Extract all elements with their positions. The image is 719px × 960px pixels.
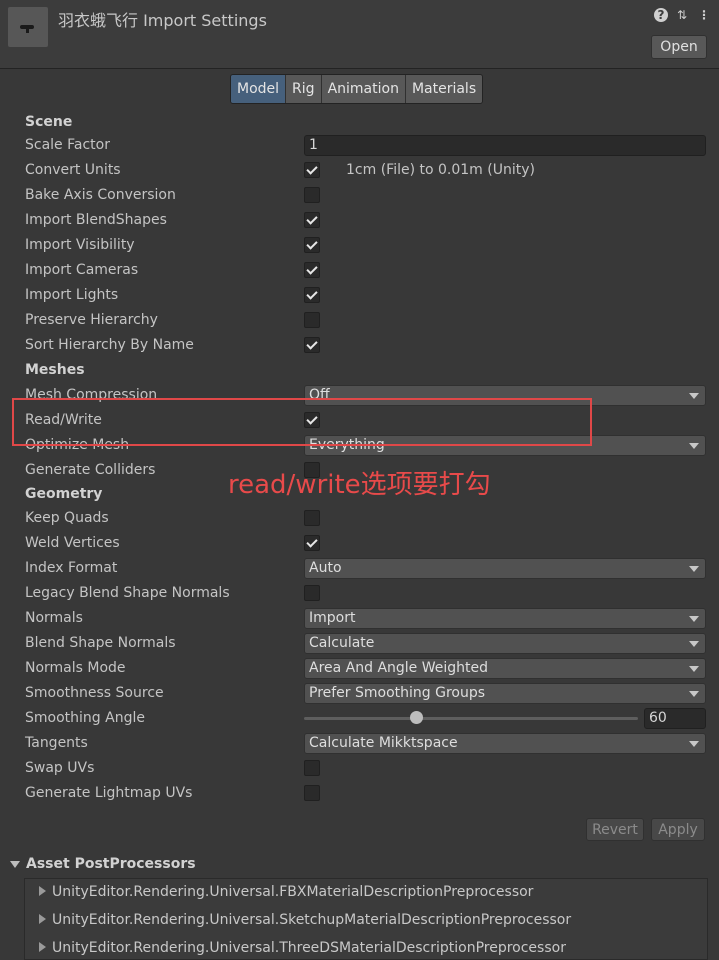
chevron-down-icon <box>689 741 699 747</box>
postprocessor-item[interactable]: UnityEditor.Rendering.Universal.ThreeDSM… <box>39 940 566 956</box>
normals-mode-label: Normals Mode <box>25 660 126 676</box>
model-thumbnail <box>8 7 48 47</box>
tab-rig[interactable]: Rig <box>286 75 322 103</box>
asset-postprocessors-foldout[interactable]: Asset PostProcessors <box>10 856 196 872</box>
convert-units-text: 1cm (File) to 0.01m (Unity) <box>346 162 535 178</box>
chevron-down-icon <box>689 566 699 572</box>
postprocessor-list: UnityEditor.Rendering.Universal.FBXMater… <box>24 878 708 960</box>
import-cameras-label: Import Cameras <box>25 262 139 278</box>
weld-vertices-checkbox[interactable] <box>304 535 320 551</box>
import-cameras-checkbox[interactable] <box>304 262 320 278</box>
index-format-dropdown[interactable]: Auto <box>304 558 706 579</box>
preset-sliders-icon[interactable]: ⇅ <box>675 8 689 22</box>
generate-lightmap-checkbox[interactable] <box>304 785 320 801</box>
foldout-expanded-icon <box>10 860 20 868</box>
chevron-down-icon <box>689 691 699 697</box>
import-blendshapes-checkbox[interactable] <box>304 212 320 228</box>
foldout-collapsed-icon <box>39 942 46 952</box>
help-icon[interactable]: ? <box>654 8 668 22</box>
tangents-dropdown[interactable]: Calculate Mikktspace <box>304 733 706 754</box>
inspector-title: 羽衣蛾飞行 Import Settings <box>58 11 267 30</box>
blend-shape-normals-dropdown[interactable]: Calculate <box>304 633 706 654</box>
index-format-label: Index Format <box>25 560 118 576</box>
tab-materials[interactable]: Materials <box>405 75 483 103</box>
smoothing-angle-slider-track[interactable] <box>304 717 638 720</box>
tangents-value: Calculate Mikktspace <box>309 735 458 751</box>
chevron-down-icon <box>689 641 699 647</box>
weld-vertices-label: Weld Vertices <box>25 535 120 551</box>
read-write-highlight-box <box>12 398 592 446</box>
postprocessor-item-label: UnityEditor.Rendering.Universal.ThreeDSM… <box>52 940 566 956</box>
scale-factor-label: Scale Factor <box>25 137 110 153</box>
postprocessor-item[interactable]: UnityEditor.Rendering.Universal.Sketchup… <box>39 912 571 928</box>
smoothness-source-label: Smoothness Source <box>25 685 164 701</box>
swap-uvs-checkbox[interactable] <box>304 760 320 776</box>
chevron-down-icon <box>689 666 699 672</box>
open-button[interactable]: Open <box>651 35 707 59</box>
more-options-icon[interactable]: ⋮ <box>697 8 711 22</box>
postprocessor-item-label: UnityEditor.Rendering.Universal.FBXMater… <box>52 884 534 900</box>
scene-heading: Scene <box>25 114 73 130</box>
annotation-text: read/write选项要打勾 <box>228 470 491 500</box>
import-lights-label: Import Lights <box>25 287 119 303</box>
smoothing-angle-label: Smoothing Angle <box>25 710 145 726</box>
blend-shape-normals-label: Blend Shape Normals <box>25 635 176 651</box>
import-lights-checkbox[interactable] <box>304 287 320 303</box>
smoothness-source-dropdown[interactable]: Prefer Smoothing Groups <box>304 683 706 704</box>
normals-label: Normals <box>25 610 83 626</box>
asset-postprocessors-heading: Asset PostProcessors <box>26 856 196 872</box>
keep-quads-label: Keep Quads <box>25 510 109 526</box>
blend-shape-normals-value: Calculate <box>309 635 375 651</box>
tab-animation[interactable]: Animation <box>321 75 406 103</box>
preserve-hierarchy-label: Preserve Hierarchy <box>25 312 158 328</box>
sort-hierarchy-label: Sort Hierarchy By Name <box>25 337 194 353</box>
import-blendshapes-label: Import BlendShapes <box>25 212 167 228</box>
normals-mode-value: Area And Angle Weighted <box>309 660 489 676</box>
generate-colliders-label: Generate Colliders <box>25 462 156 478</box>
apply-button[interactable]: Apply <box>651 818 705 841</box>
smoothing-angle-field[interactable]: 60 <box>644 708 706 729</box>
scale-factor-field[interactable]: 1 <box>304 135 706 156</box>
sort-hierarchy-checkbox[interactable] <box>304 337 320 353</box>
importer-tabs: Model Rig Animation Materials <box>230 74 484 104</box>
foldout-collapsed-icon <box>39 914 46 924</box>
legacy-blend-checkbox[interactable] <box>304 585 320 601</box>
foldout-collapsed-icon <box>39 886 46 896</box>
smoothness-source-value: Prefer Smoothing Groups <box>309 685 486 701</box>
preserve-hierarchy-checkbox[interactable] <box>304 312 320 328</box>
tangents-label: Tangents <box>25 735 88 751</box>
postprocessor-item[interactable]: UnityEditor.Rendering.Universal.FBXMater… <box>39 884 533 900</box>
normals-value: Import <box>309 610 356 626</box>
bake-axis-label: Bake Axis Conversion <box>25 187 176 203</box>
geometry-heading: Geometry <box>25 486 103 502</box>
chevron-down-icon <box>689 393 699 399</box>
meshes-heading: Meshes <box>25 362 85 378</box>
legacy-blend-label: Legacy Blend Shape Normals <box>25 585 230 601</box>
chevron-down-icon <box>689 616 699 622</box>
keep-quads-checkbox[interactable] <box>304 510 320 526</box>
index-format-value: Auto <box>309 560 342 576</box>
import-visibility-checkbox[interactable] <box>304 237 320 253</box>
tab-model[interactable]: Model <box>231 75 287 103</box>
normals-mode-dropdown[interactable]: Area And Angle Weighted <box>304 658 706 679</box>
revert-button[interactable]: Revert <box>586 818 644 841</box>
swap-uvs-label: Swap UVs <box>25 760 95 776</box>
convert-units-checkbox[interactable] <box>304 162 320 178</box>
convert-units-label: Convert Units <box>25 162 121 178</box>
import-visibility-label: Import Visibility <box>25 237 135 253</box>
smoothing-angle-slider-handle[interactable] <box>410 711 423 724</box>
postprocessor-item-label: UnityEditor.Rendering.Universal.Sketchup… <box>52 912 572 928</box>
model-preview-shape-detail <box>26 28 29 33</box>
bake-axis-checkbox[interactable] <box>304 187 320 203</box>
normals-dropdown[interactable]: Import <box>304 608 706 629</box>
generate-lightmap-label: Generate Lightmap UVs <box>25 785 193 801</box>
chevron-down-icon <box>689 443 699 449</box>
inspector-header: 羽衣蛾飞行 Import Settings ? ⇅ ⋮ Open <box>0 0 719 69</box>
